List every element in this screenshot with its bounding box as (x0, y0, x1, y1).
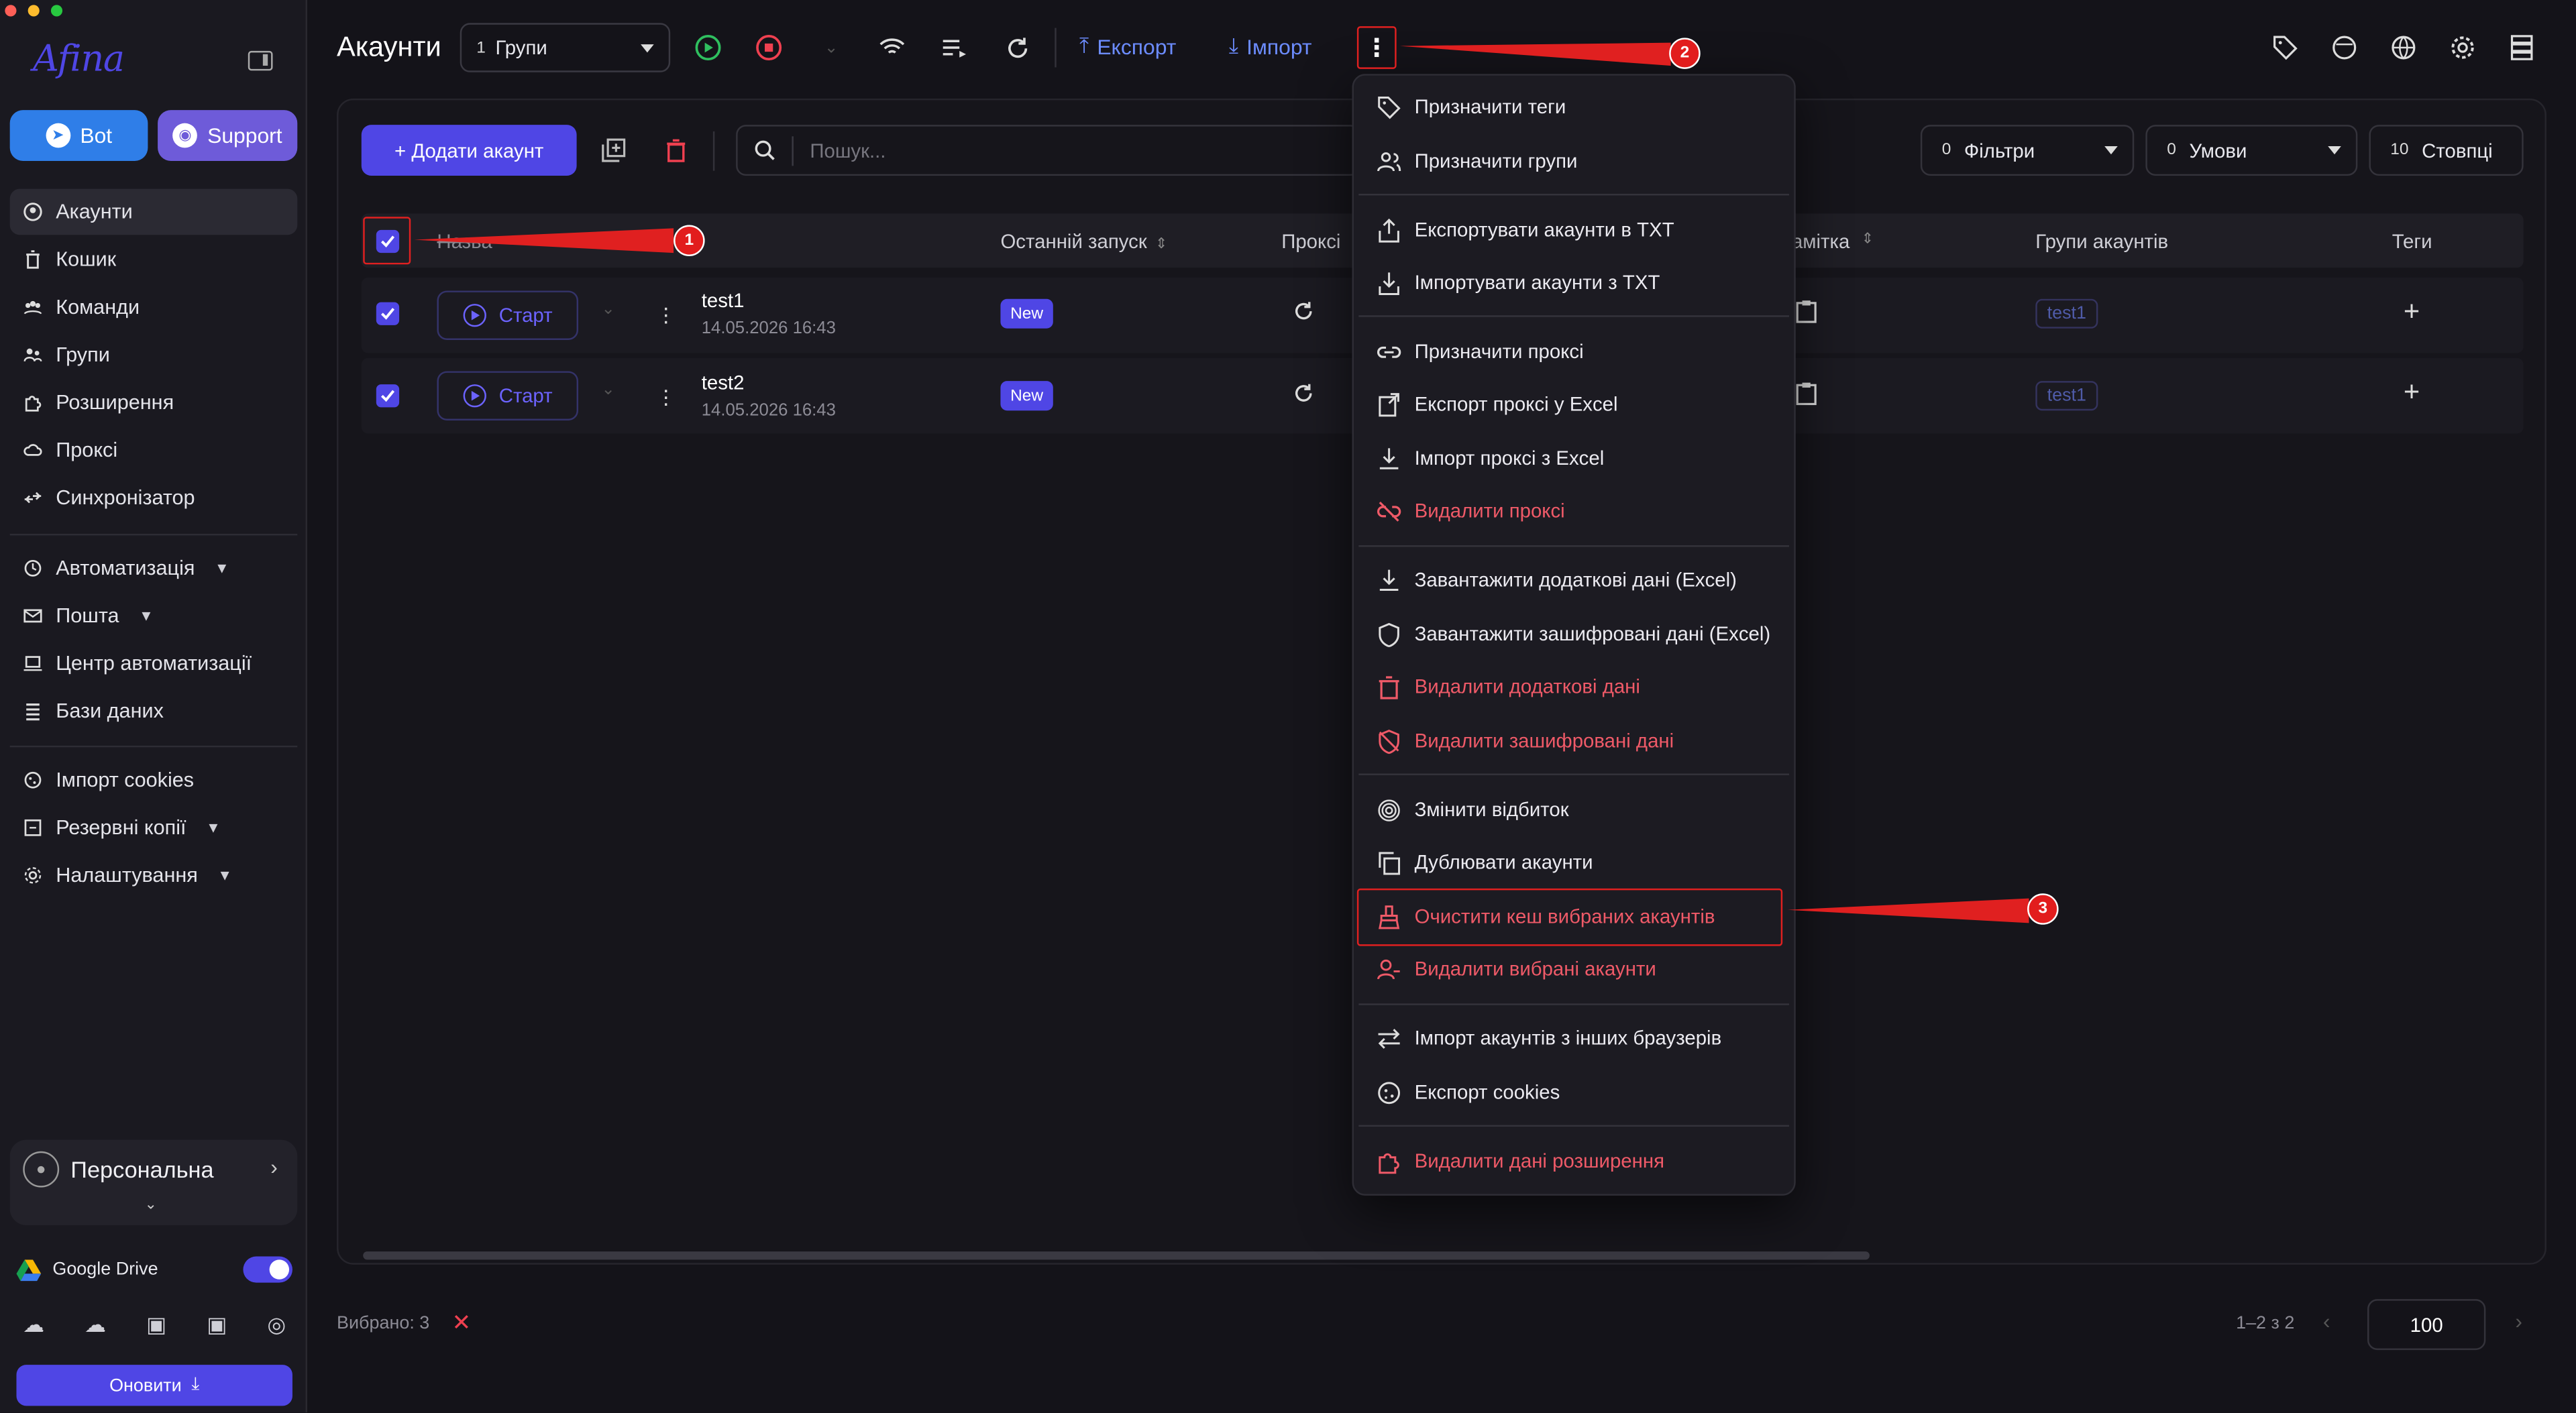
annotation-badge: 2 (1669, 38, 1701, 69)
annotation-badge: 1 (674, 225, 705, 257)
annotation-badge: 3 (2027, 893, 2059, 925)
highlight-select-all (363, 217, 411, 265)
annotation-arrows (414, 42, 2029, 923)
highlight-clear-cache (1356, 888, 1783, 946)
highlight-more-actions (1356, 26, 1397, 69)
